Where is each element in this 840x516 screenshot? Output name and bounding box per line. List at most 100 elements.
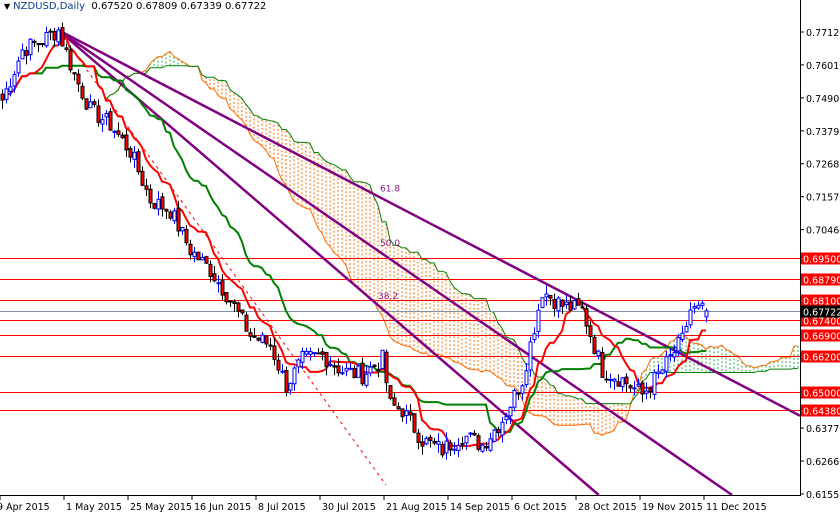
bearish-candle	[176, 207, 181, 232]
bullish-candle	[436, 440, 441, 445]
bullish-candle	[348, 367, 353, 370]
bullish-candle	[492, 429, 497, 442]
bearish-candle	[0, 93, 5, 101]
bullish-candle	[656, 371, 661, 375]
bearish-candle	[460, 442, 465, 445]
date-tick-label: 8 Jul 2015	[258, 502, 306, 513]
bearish-candle	[256, 337, 261, 341]
bearish-candle	[276, 359, 281, 371]
bullish-candle	[292, 367, 297, 385]
bearish-candle	[32, 40, 37, 43]
bullish-candle	[288, 382, 293, 391]
bullish-candle	[636, 383, 641, 387]
bearish-candle	[272, 345, 277, 360]
bullish-candle	[200, 256, 205, 261]
date-tick-label: 11 Dec 2015	[706, 502, 767, 513]
bearish-candle	[264, 335, 269, 345]
bullish-candle	[688, 309, 693, 326]
date-tick-label: 25 May 2015	[130, 502, 192, 513]
bullish-candle	[304, 350, 309, 355]
bullish-candle	[368, 366, 373, 374]
bullish-candle	[132, 151, 137, 160]
bearish-candle	[628, 385, 633, 389]
bullish-candle	[172, 210, 177, 222]
level-labels: 0.695000.687900.681000.674000.669000.662…	[801, 252, 840, 418]
bearish-candle	[324, 352, 329, 368]
bearish-candle	[80, 85, 85, 99]
bullish-candle	[28, 38, 33, 56]
bearish-candle	[196, 251, 201, 261]
price-tick-label: 0.63770	[806, 424, 840, 435]
bullish-candle	[156, 198, 161, 210]
price-chart[interactable]: 61.8 50.0 38.2 0.77120 0.76010 0.74900 0.7379…	[0, 0, 840, 516]
bullish-candle	[572, 300, 577, 310]
bearish-candle	[220, 280, 225, 296]
current-price-label: 0.67722	[803, 308, 840, 319]
price-tick-label: 0.61550	[806, 490, 840, 501]
price-tick-label: 0.71570	[806, 193, 840, 204]
bearish-candle	[148, 188, 153, 204]
date-tick-label: 21 Aug 2015	[386, 502, 447, 513]
bearish-candle	[384, 351, 389, 384]
bearish-candle	[184, 228, 189, 244]
bearish-candle	[128, 148, 133, 158]
bearish-candle	[400, 408, 405, 418]
bearish-candle	[476, 435, 481, 450]
bullish-candle	[112, 130, 117, 133]
bullish-candle	[528, 341, 533, 371]
bullish-candle	[676, 337, 681, 352]
bearish-candle	[36, 43, 41, 46]
bearish-candle	[252, 335, 257, 338]
bearish-candle	[268, 344, 273, 347]
bearish-candle	[236, 302, 241, 312]
time-axis: 9 Apr 2015 1 May 2015 25 May 2015 16 Jun 20…	[0, 495, 767, 513]
fib-fan-line	[57, 28, 801, 417]
bullish-candle	[532, 333, 537, 341]
bullish-candle	[672, 352, 677, 358]
bearish-candle	[372, 364, 377, 367]
bullish-candle	[612, 378, 617, 382]
bullish-candle	[180, 226, 185, 232]
bearish-candle	[164, 208, 169, 212]
bearish-candle	[108, 111, 113, 131]
bearish-candle	[316, 352, 321, 355]
bullish-candle	[104, 112, 109, 118]
bearish-candle	[420, 441, 425, 447]
bullish-candle	[660, 369, 665, 374]
bearish-candle	[72, 72, 77, 75]
bearish-candle	[240, 309, 245, 314]
bullish-candle	[608, 378, 613, 381]
bearish-candle	[376, 368, 381, 371]
bearish-candle	[136, 151, 141, 173]
bullish-candle	[700, 302, 705, 306]
bearish-candle	[396, 406, 401, 410]
bullish-candle	[488, 438, 493, 451]
dropdown-triangle-icon[interactable]: ▼	[4, 2, 10, 11]
bearish-candle	[124, 134, 129, 151]
bearish-candle	[64, 47, 69, 50]
bearish-candle	[588, 325, 593, 337]
bearish-candle	[592, 336, 597, 354]
bearish-candle	[40, 43, 45, 46]
bullish-candle	[16, 60, 21, 74]
price-tick-label: 0.70460	[806, 226, 840, 237]
bullish-candle	[216, 282, 221, 285]
symbol-timeframe: NZDUSD,Daily	[13, 1, 86, 12]
level-label: 0.65000	[803, 389, 840, 400]
bearish-candle	[76, 73, 81, 85]
bearish-candle	[440, 443, 445, 456]
bearish-candle	[152, 203, 157, 209]
bearish-candle	[428, 436, 433, 441]
bullish-candle	[512, 390, 517, 408]
fib-fan-label: 50.0	[380, 239, 400, 249]
bearish-candle	[416, 432, 421, 443]
bearish-candle	[484, 445, 489, 449]
price-tick-label: 0.76010	[806, 61, 840, 72]
bearish-candle	[232, 301, 237, 305]
bearish-candle	[244, 314, 249, 332]
chart-header: ▼ NZDUSD,Daily 0.67520 0.67809 0.67339 0.…	[4, 1, 266, 12]
bearish-candle	[332, 365, 337, 368]
bearish-candle	[52, 31, 57, 41]
date-tick-label: 16 Jun 2015	[194, 502, 251, 513]
bearish-candle	[392, 397, 397, 406]
